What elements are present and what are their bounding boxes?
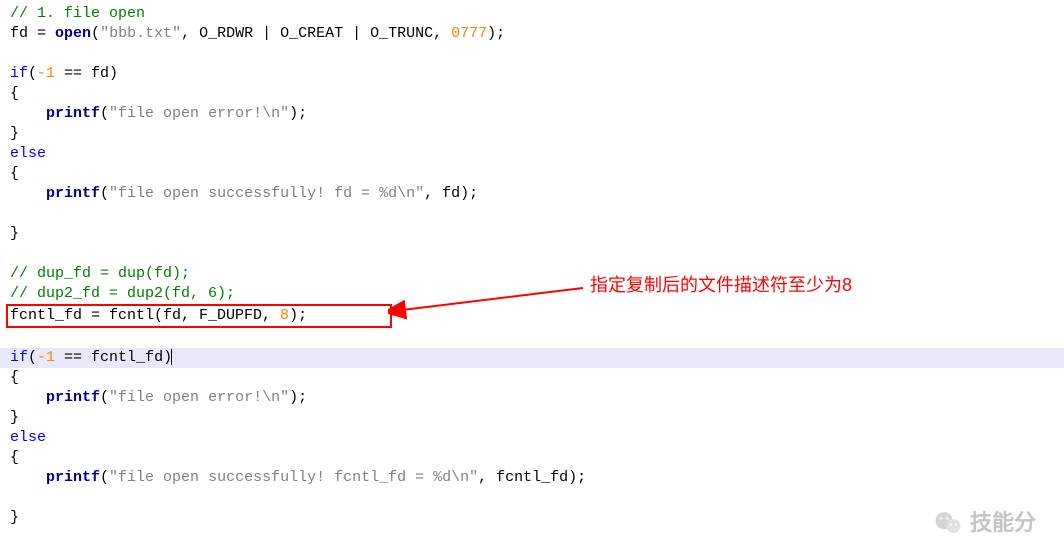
highlighted-box: fcntl_fd = fcntl(fd, F_DUPFD, 8); <box>6 304 392 328</box>
code-line: printf("file open successfully! fcntl_fd… <box>10 468 1054 488</box>
code-line: fcntl_fd = fcntl(fd, F_DUPFD, 8); <box>10 304 1054 328</box>
code-line: { <box>10 368 1054 388</box>
text: ); <box>289 105 307 122</box>
string-literal: "bbb.txt" <box>100 25 181 42</box>
text: fcntl_fd = fcntl(fd, F_DUPFD, <box>10 307 280 324</box>
text: , fcntl_fd); <box>478 469 586 486</box>
wechat-icon <box>934 509 962 537</box>
string-literal: "file open error!\n" <box>109 105 289 122</box>
indent <box>10 185 46 202</box>
code-line: { <box>10 164 1054 184</box>
text: ( <box>100 389 109 406</box>
text: = <box>28 25 55 42</box>
text: ( <box>100 469 109 486</box>
code-line: } <box>10 408 1054 428</box>
text: == fcntl_fd) <box>55 349 172 366</box>
text: == fd) <box>55 65 118 82</box>
blank-line <box>10 44 1054 64</box>
brace: } <box>10 225 19 242</box>
code-line: printf("file open error!\n"); <box>10 388 1054 408</box>
text: ); <box>487 25 505 42</box>
code-line: // 1. file open <box>10 4 1054 24</box>
text: ); <box>289 389 307 406</box>
annotation-text: 指定复制后的文件描述符至少为8 <box>590 275 852 295</box>
blank-line <box>10 244 1054 264</box>
identifier: fd <box>10 25 28 42</box>
blank-line <box>10 328 1054 348</box>
function-call: open <box>55 25 91 42</box>
function-call: printf <box>46 389 100 406</box>
number-literal: -1 <box>37 65 55 82</box>
text: ( <box>91 25 100 42</box>
keyword: else <box>10 145 46 162</box>
comment: // dup_fd = dup(fd); <box>10 265 190 282</box>
function-call: printf <box>46 105 100 122</box>
brace: { <box>10 369 19 386</box>
brace: { <box>10 449 19 466</box>
indent <box>10 105 46 122</box>
code-line: { <box>10 448 1054 468</box>
watermark: 技能分 <box>934 509 1036 537</box>
code-line: // dup_fd = dup(fd); <box>10 264 1054 284</box>
code-line: printf("file open successfully! fd = %d\… <box>10 184 1054 204</box>
indent <box>10 389 46 406</box>
blank-line <box>10 488 1054 508</box>
text: ( <box>28 349 37 366</box>
number-literal: 8 <box>280 307 289 324</box>
function-call: printf <box>46 469 100 486</box>
code-line: } <box>10 508 1054 528</box>
brace: { <box>10 165 19 182</box>
text: ( <box>100 105 109 122</box>
code-line: if(-1 == fd) <box>10 64 1054 84</box>
current-line: if(-1 == fcntl_fd) <box>0 348 1064 368</box>
watermark-text: 技能分 <box>970 513 1036 533</box>
code-line: else <box>10 144 1054 164</box>
text: , fd); <box>424 185 478 202</box>
function-call: printf <box>46 185 100 202</box>
text: , O_RDWR | O_CREAT | O_TRUNC, <box>181 25 451 42</box>
code-line: else <box>10 428 1054 448</box>
text: ); <box>289 307 307 324</box>
text-cursor <box>171 349 172 365</box>
comment: // dup2_fd = dup2(fd, 6); <box>10 285 235 302</box>
code-line: } <box>10 124 1054 144</box>
string-literal: "file open successfully! fd = %d\n" <box>109 185 424 202</box>
text: ( <box>28 65 37 82</box>
blank-line <box>10 204 1054 224</box>
code-line: fd = open("bbb.txt", O_RDWR | O_CREAT | … <box>10 24 1054 44</box>
code-line: // dup2_fd = dup2(fd, 6); <box>10 284 1054 304</box>
code-line: printf("file open error!\n"); <box>10 104 1054 124</box>
number-literal: 0777 <box>451 25 487 42</box>
string-literal: "file open successfully! fcntl_fd = %d\n… <box>109 469 478 486</box>
brace: } <box>10 409 19 426</box>
number-literal: -1 <box>37 349 55 366</box>
brace: { <box>10 85 19 102</box>
keyword: else <box>10 429 46 446</box>
keyword: if <box>10 65 28 82</box>
comment: // 1. file open <box>10 5 145 22</box>
text: ( <box>100 185 109 202</box>
brace: } <box>10 509 19 526</box>
string-literal: "file open error!\n" <box>109 389 289 406</box>
brace: } <box>10 125 19 142</box>
code-line: { <box>10 84 1054 104</box>
code-line: } <box>10 224 1054 244</box>
indent <box>10 469 46 486</box>
keyword: if <box>10 349 28 366</box>
